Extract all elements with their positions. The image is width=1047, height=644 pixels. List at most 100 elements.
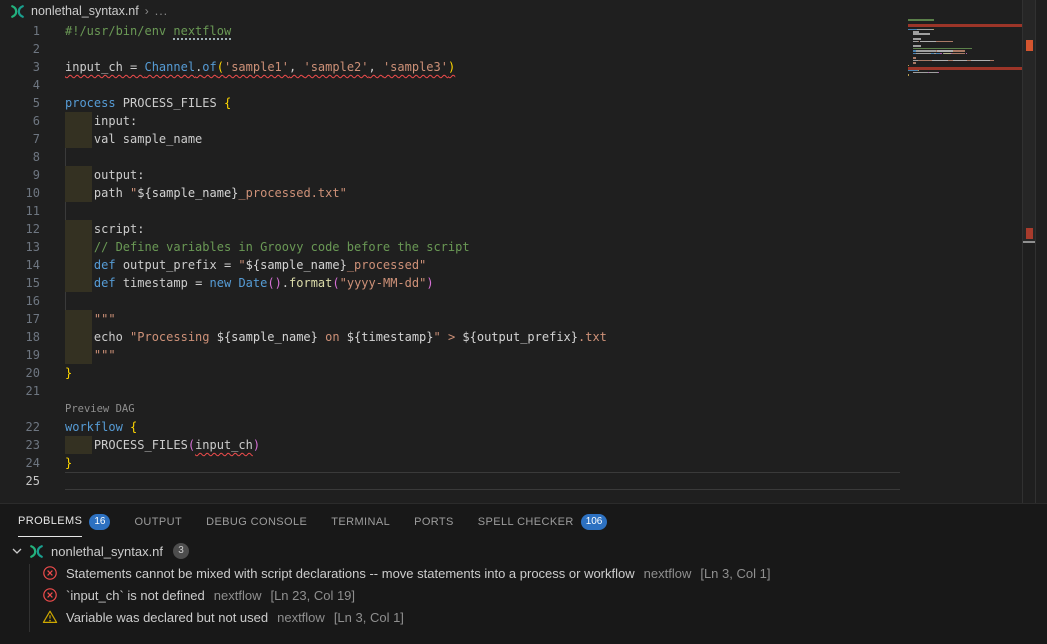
problems-file-row[interactable]: nonlethal_syntax.nf 3 (0, 540, 1047, 562)
problem-item[interactable]: Variable was declared but not used nextfl… (0, 606, 1047, 628)
panel-tab-label: DEBUG CONSOLE (206, 507, 307, 537)
code-text: PROCESS_FILES(input_ch) (65, 436, 260, 454)
nextflow-file-icon (29, 544, 44, 559)
line-number: 12 (0, 220, 40, 238)
editor-line[interactable]: 3 input_ch = Channel.of('sample1', 'sampl… (0, 58, 905, 76)
editor-line[interactable]: 8 (0, 148, 905, 166)
code-text: input_ch = Channel.of('sample1', 'sample… (65, 58, 455, 76)
line-number: 24 (0, 454, 40, 472)
editor-line[interactable]: 14 def output_prefix = "${sample_name}_p… (0, 256, 905, 274)
code-editor[interactable]: 1#!/usr/bin/env nextflow23input_ch = Cha… (0, 0, 1047, 503)
code-text: } (65, 454, 72, 472)
minimap-error-band (908, 67, 1022, 70)
editor-line[interactable]: 7 val sample_name (0, 130, 905, 148)
code-text: def output_prefix = "${sample_name}_proc… (65, 256, 426, 274)
nextflow-file-icon (10, 4, 25, 19)
problem-source: nextflow (214, 588, 262, 603)
editor-line[interactable]: 10 path "${sample_name}_processed.txt" (0, 184, 905, 202)
editor-line[interactable]: 1#!/usr/bin/env nextflow (0, 22, 905, 40)
line-number: 25 (0, 472, 40, 490)
problem-source: nextflow (277, 610, 325, 625)
problem-item[interactable]: `input_ch` is not defined nextflow [Ln 23,… (0, 584, 1047, 606)
editor-line[interactable]: 13 // Define variables in Groovy code be… (0, 238, 905, 256)
editor-line[interactable]: 6 input: (0, 112, 905, 130)
panel-tab-terminal[interactable]: TERMINAL (331, 504, 390, 539)
editor-line[interactable]: 18 echo "Processing ${sample_name} on ${… (0, 328, 905, 346)
error-icon (42, 587, 58, 603)
line-number: 22 (0, 418, 40, 436)
problem-location: [Ln 3, Col 1] (700, 566, 770, 581)
indent-guide (65, 292, 66, 310)
editor-line[interactable]: 12 script: (0, 220, 905, 238)
code-text: """ (65, 346, 116, 364)
code-text: echo "Processing ${sample_name} on ${tim… (65, 328, 607, 346)
overview-ruler-scrollbar[interactable] (1022, 0, 1036, 503)
panel-tab-debug-console[interactable]: DEBUG CONSOLE (206, 504, 307, 539)
editor-line[interactable]: 20} (0, 364, 905, 382)
panel-tab-problems[interactable]: PROBLEMS16 (18, 504, 110, 539)
editor-line[interactable]: 15 def timestamp = new Date().format("yy… (0, 274, 905, 292)
breadcrumb-symbol-ellipsis[interactable]: ... (155, 4, 168, 18)
editor-line[interactable]: 24} (0, 454, 905, 472)
code-text: process PROCESS_FILES { (65, 94, 231, 112)
chevron-down-icon[interactable] (9, 543, 25, 559)
panel-tab-spell-checker[interactable]: SPELL CHECKER106 (478, 504, 608, 539)
line-number: 2 (0, 40, 40, 58)
line-number: 11 (0, 202, 40, 220)
problem-message: Statements cannot be mixed with script d… (66, 566, 635, 581)
line-number: 13 (0, 238, 40, 256)
line-number: 14 (0, 256, 40, 274)
breadcrumb[interactable]: nonlethal_syntax.nf › ... (0, 0, 1047, 22)
line-number: 19 (0, 346, 40, 364)
panel-tab-ports[interactable]: PORTS (414, 504, 454, 539)
line-number: 5 (0, 94, 40, 112)
code-text: """ (65, 310, 116, 328)
code-text: workflow { (65, 418, 137, 436)
panel-tab-label: PORTS (414, 507, 454, 537)
line-number: 10 (0, 184, 40, 202)
problem-location: [Ln 23, Col 19] (270, 588, 355, 603)
line-number: 17 (0, 310, 40, 328)
line-number: 16 (0, 292, 40, 310)
editor-line[interactable]: 22 workflow { (0, 418, 905, 436)
line-number: 8 (0, 148, 40, 166)
editor-line[interactable]: 21 (0, 382, 905, 400)
editor-line[interactable]: 25 (0, 472, 905, 490)
line-number: 21 (0, 382, 40, 400)
problem-message: `input_ch` is not defined (66, 588, 205, 603)
editor-line[interactable]: 11 (0, 202, 905, 220)
codelens-preview-dag[interactable]: Preview DAG (65, 400, 135, 418)
editor-line[interactable]: 17 """ (0, 310, 905, 328)
overview-ruler-marker (1026, 40, 1033, 51)
error-icon (42, 565, 58, 581)
editor-line[interactable]: 23 PROCESS_FILES(input_ch) (0, 436, 905, 454)
line-number: 4 (0, 76, 40, 94)
code-text: output: (65, 166, 144, 184)
line-number: 6 (0, 112, 40, 130)
bottom-panel: PROBLEMS16 OUTPUT DEBUG CONSOLE TERMINAL POR… (0, 503, 1047, 644)
line-number: 3 (0, 58, 40, 76)
line-number: 23 (0, 436, 40, 454)
panel-tab-label: TERMINAL (331, 507, 390, 537)
scrollbar-slider[interactable] (1023, 0, 1035, 243)
panel-tab-output[interactable]: OUTPUT (134, 504, 182, 539)
problem-source: nextflow (644, 566, 692, 581)
editor-line[interactable]: 5 process PROCESS_FILES { (0, 94, 905, 112)
indent-guide (65, 148, 66, 166)
editor-line[interactable]: 16 (0, 292, 905, 310)
breadcrumb-filename[interactable]: nonlethal_syntax.nf (31, 4, 139, 18)
problem-message: Variable was declared but not used (66, 610, 268, 625)
editor-line[interactable]: 9 output: (0, 166, 905, 184)
minimap-error-band (908, 24, 1022, 27)
editor-line[interactable]: 4 (0, 76, 905, 94)
problem-item[interactable]: Statements cannot be mixed with script d… (0, 562, 1047, 584)
code-text: path "${sample_name}_processed.txt" (65, 184, 347, 202)
code-text: def timestamp = new Date().format("yyyy-… (65, 274, 434, 292)
line-number: 9 (0, 166, 40, 184)
chevron-right-icon: › (145, 4, 149, 18)
panel-tab-label: PROBLEMS (18, 506, 82, 537)
minimap[interactable] (908, 0, 1022, 503)
editor-line[interactable]: 2 (0, 40, 905, 58)
editor-line[interactable]: 19 """ (0, 346, 905, 364)
panel-tab-bar: PROBLEMS16 OUTPUT DEBUG CONSOLE TERMINAL POR… (18, 504, 631, 539)
